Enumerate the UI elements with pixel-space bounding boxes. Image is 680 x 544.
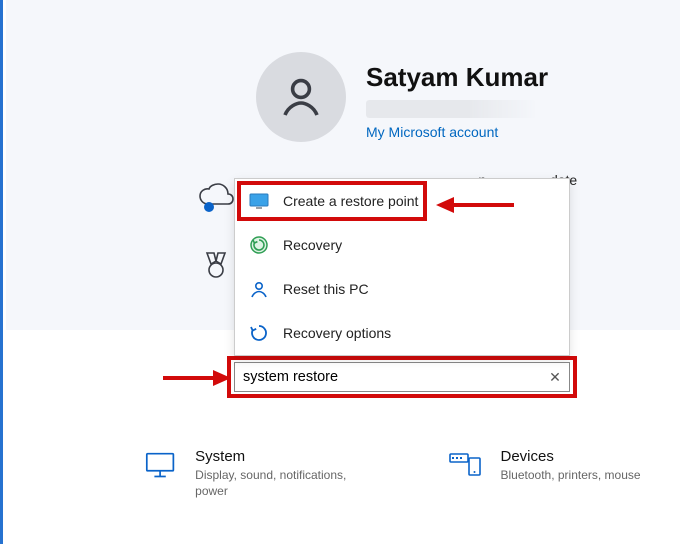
reset-icon — [249, 279, 269, 299]
user-email-hidden — [366, 100, 536, 118]
monitor-icon — [249, 191, 269, 211]
result-create-restore-point[interactable]: Create a restore point — [235, 179, 569, 223]
result-recovery-options[interactable]: Recovery options — [235, 311, 569, 355]
my-microsoft-account-link[interactable]: My Microsoft account — [366, 124, 498, 140]
search-results-panel: Create a restore point Recovery Reset th… — [234, 178, 570, 356]
category-title: System — [195, 448, 356, 465]
devices-icon — [447, 448, 483, 484]
settings-search-box[interactable]: ✕ — [234, 362, 570, 392]
system-icon — [143, 448, 177, 484]
avatar — [256, 52, 346, 142]
result-label: Reset this PC — [283, 281, 369, 297]
onedrive-icon — [196, 182, 236, 212]
user-name: Satyam Kumar — [366, 62, 548, 93]
result-label: Create a restore point — [283, 193, 418, 209]
result-reset-pc[interactable]: Reset this PC — [235, 267, 569, 311]
result-recovery[interactable]: Recovery — [235, 223, 569, 267]
category-desc: Bluetooth, printers, mouse — [501, 467, 641, 483]
user-icon — [277, 73, 325, 121]
result-label: Recovery options — [283, 325, 391, 341]
recovery-options-icon — [249, 323, 269, 343]
category-devices[interactable]: Devices Bluetooth, printers, mouse — [447, 448, 661, 499]
annotation-arrow-search — [161, 368, 231, 393]
result-label: Recovery — [283, 237, 342, 253]
category-desc: Display, sound, notifications, power — [195, 467, 356, 499]
search-input[interactable] — [235, 363, 541, 391]
category-row: System Display, sound, notifications, po… — [143, 448, 660, 499]
category-title: Devices — [501, 448, 641, 465]
clear-search-button[interactable]: ✕ — [541, 369, 569, 386]
category-system[interactable]: System Display, sound, notifications, po… — [143, 448, 357, 499]
rewards-icon — [201, 250, 235, 284]
recovery-icon — [249, 235, 269, 255]
